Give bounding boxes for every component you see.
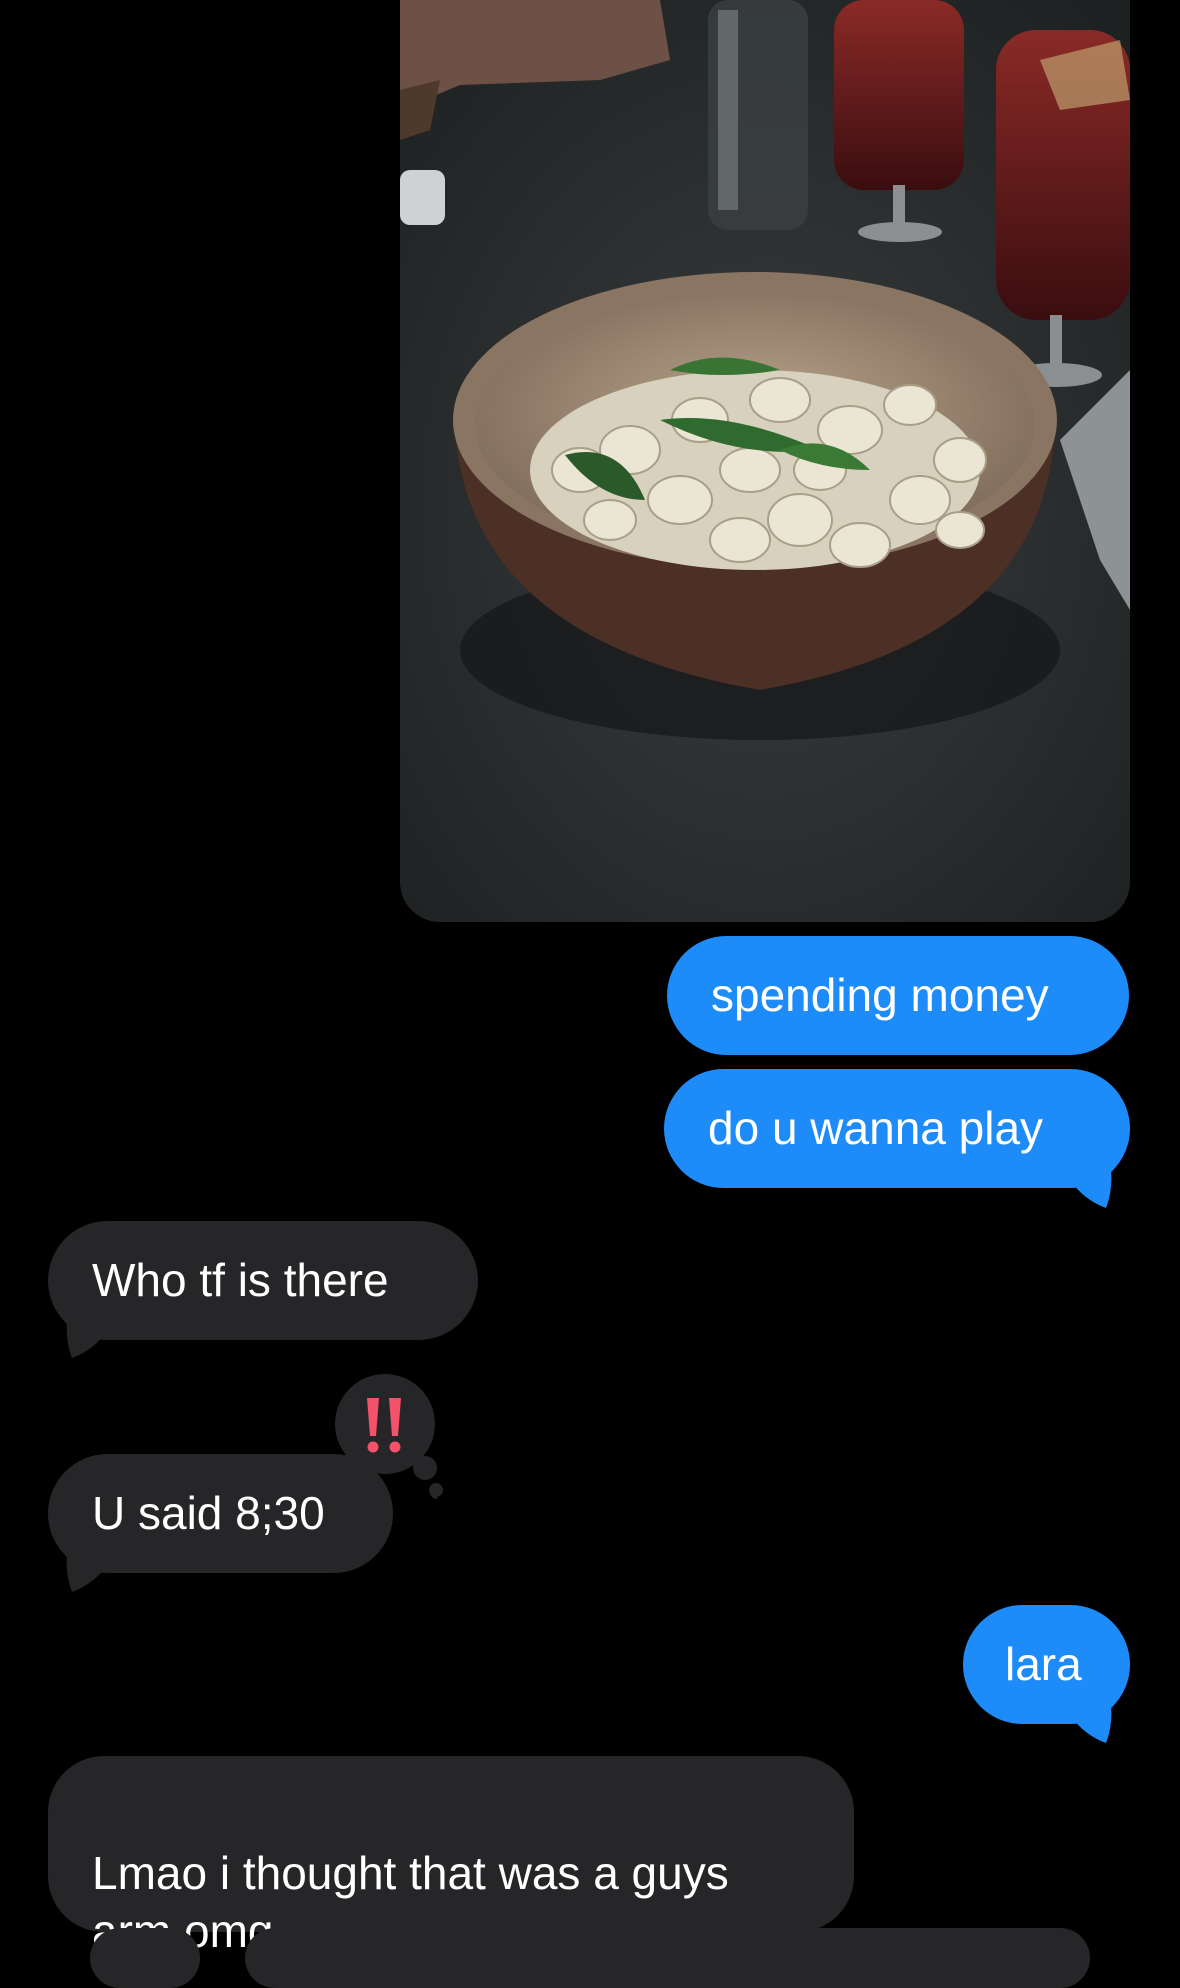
reaction-tail-dot xyxy=(429,1483,443,1497)
bubble-tail xyxy=(1070,1695,1112,1743)
message-text: lara xyxy=(1005,1638,1082,1690)
message-text: do u wanna play xyxy=(708,1102,1044,1154)
message-bubble-received[interactable]: Who tf is there xyxy=(48,1221,478,1340)
message-bubble-sent[interactable]: do u wanna play xyxy=(664,1069,1130,1188)
message-text: Who tf is there xyxy=(92,1254,389,1306)
message-text: U said 8;30 xyxy=(92,1487,325,1539)
bubble-tail xyxy=(66,1310,108,1358)
partial-bubble xyxy=(90,1928,200,1988)
double-exclamation-icon xyxy=(335,1374,444,1499)
tapback-reaction[interactable] xyxy=(333,1372,444,1499)
message-text: spending money xyxy=(711,969,1049,1021)
partial-bubble xyxy=(245,1928,1090,1988)
message-bubble-received[interactable]: Lmao i thought that was a guys arm omg xyxy=(48,1756,854,1957)
bubble-tail xyxy=(66,1544,108,1592)
bubble-tail xyxy=(1070,1160,1112,1208)
photo-message[interactable] xyxy=(400,0,1130,922)
pasta-bowl-photo xyxy=(400,0,1130,922)
message-bubble-sent[interactable]: spending money xyxy=(667,936,1129,1055)
